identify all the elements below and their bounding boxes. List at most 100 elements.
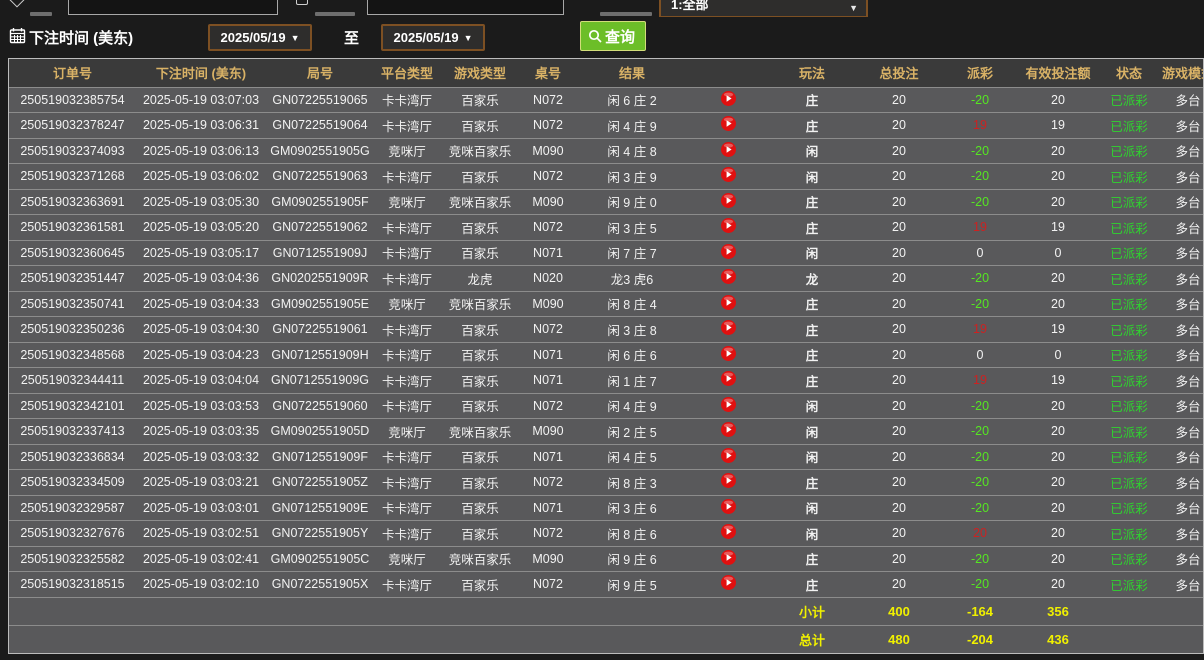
replay-play-icon[interactable] — [721, 524, 736, 539]
mode-cell: 多台 — [1160, 342, 1204, 368]
replay-play-icon[interactable] — [721, 371, 736, 386]
total-cell: 20 — [856, 521, 942, 547]
col-bet-type: 玩法 — [768, 59, 856, 87]
replay-play-icon[interactable] — [721, 346, 736, 361]
time-cell: 2025-05-19 03:03:01 — [136, 495, 266, 521]
table-cell: N071 — [520, 444, 576, 470]
subtotal-row: 小计 400 -164 356 — [9, 597, 1204, 625]
order-cell: 250519032351447 — [9, 266, 136, 292]
replay-play-icon[interactable] — [721, 193, 736, 208]
table-row: 2505190323636912025-05-19 03:05:30GM0902… — [9, 189, 1204, 215]
total-cell: 20 — [856, 470, 942, 496]
round-cell: GN0722551905Z — [266, 470, 374, 496]
game-cell: 竞咪百家乐 — [440, 138, 520, 164]
platform-cell: 卡卡湾厅 — [374, 393, 440, 419]
table-cell: N072 — [520, 113, 576, 139]
replay-cell — [688, 113, 768, 139]
bet-cell: 庄 — [768, 470, 856, 496]
game-cell: 竞咪百家乐 — [440, 189, 520, 215]
search-icon — [588, 29, 602, 43]
platform-cell: 卡卡湾厅 — [374, 368, 440, 394]
replay-play-icon[interactable] — [721, 422, 736, 437]
bet-cell: 庄 — [768, 342, 856, 368]
replay-cell — [688, 215, 768, 241]
platform-cell: 竞咪厅 — [374, 291, 440, 317]
payout-cell: 19 — [942, 215, 1018, 241]
replay-cell — [688, 240, 768, 266]
status-cell: 已派彩 — [1098, 215, 1160, 241]
bet-cell: 闲 — [768, 419, 856, 445]
replay-cell — [688, 521, 768, 547]
platform-cell: 卡卡湾厅 — [374, 342, 440, 368]
payout-cell: 19 — [942, 368, 1018, 394]
replay-play-icon[interactable] — [721, 473, 736, 488]
round-cell: GN07225519060 — [266, 393, 374, 419]
payout-cell: 0 — [942, 240, 1018, 266]
game-cell: 百家乐 — [440, 240, 520, 266]
payout-cell: -20 — [942, 393, 1018, 419]
time-cell: 2025-05-19 03:03:32 — [136, 444, 266, 470]
result-cell: 闲 9 庄 5 — [576, 572, 688, 598]
col-bet-time: 下注时间 (美东) — [136, 59, 266, 87]
platform-cell: 竞咪厅 — [374, 189, 440, 215]
replay-play-icon[interactable] — [721, 499, 736, 514]
replay-cell — [688, 419, 768, 445]
filter-select[interactable]: 1:全部 ▼ — [659, 0, 868, 17]
valid-cell: 20 — [1018, 393, 1098, 419]
bet-cell: 龙 — [768, 266, 856, 292]
replay-play-icon[interactable] — [721, 269, 736, 284]
mode-cell: 多台 — [1160, 240, 1204, 266]
time-cell: 2025-05-19 03:03:21 — [136, 470, 266, 496]
payout-cell: -20 — [942, 572, 1018, 598]
filter-input-2[interactable] — [367, 0, 564, 15]
payout-cell: -20 — [942, 444, 1018, 470]
game-cell: 百家乐 — [440, 317, 520, 343]
col-status: 状态 — [1098, 59, 1160, 87]
total-cell: 20 — [856, 266, 942, 292]
time-cell: 2025-05-19 03:06:31 — [136, 113, 266, 139]
time-cell: 2025-05-19 03:04:36 — [136, 266, 266, 292]
bet-records-table: 订单号下注时间 (美东)局号平台类型游戏类型桌号结果玩法总投注派彩有效投注额状态… — [8, 58, 1204, 654]
col-valid-bet: 有效投注额 — [1018, 59, 1098, 87]
bet-cell: 庄 — [768, 189, 856, 215]
replay-play-icon[interactable] — [721, 448, 736, 463]
query-button[interactable]: 查询 — [580, 21, 646, 51]
time-cell: 2025-05-19 03:07:03 — [136, 87, 266, 113]
date-from-select[interactable]: 2025/05/19 ▼ — [208, 24, 312, 51]
replay-play-icon[interactable] — [721, 295, 736, 310]
replay-play-icon[interactable] — [721, 575, 736, 590]
col-total-bet: 总投注 — [856, 59, 942, 87]
replay-play-icon[interactable] — [721, 218, 736, 233]
replay-play-icon[interactable] — [721, 550, 736, 565]
replay-play-icon[interactable] — [721, 91, 736, 106]
bet-time-label: 下注时间 (美东) — [29, 27, 133, 48]
replay-play-icon[interactable] — [721, 116, 736, 131]
status-cell: 已派彩 — [1098, 189, 1160, 215]
replay-play-icon[interactable] — [721, 142, 736, 157]
bet-cell: 庄 — [768, 546, 856, 572]
date-from-value: 2025/05/19 — [221, 30, 286, 45]
col-game-mode: 游戏模式 — [1160, 59, 1204, 87]
col-result: 结果 — [576, 59, 688, 87]
date-to-select[interactable]: 2025/05/19 ▼ — [381, 24, 485, 51]
result-cell: 闲 3 庄 6 — [576, 495, 688, 521]
bet-cell: 闲 — [768, 138, 856, 164]
table-cell: N071 — [520, 342, 576, 368]
round-cell: GN0712551909H — [266, 342, 374, 368]
replay-play-icon[interactable] — [721, 320, 736, 335]
round-cell: GN0202551909R — [266, 266, 374, 292]
replay-play-icon[interactable] — [721, 167, 736, 182]
mode-cell: 多台 — [1160, 317, 1204, 343]
total-cell: 20 — [856, 189, 942, 215]
order-cell: 250519032385754 — [9, 87, 136, 113]
col-game-type: 游戏类型 — [440, 59, 520, 87]
total-payout: -204 — [942, 625, 1018, 653]
replay-play-icon[interactable] — [721, 244, 736, 259]
filter-input-1[interactable] — [68, 0, 278, 15]
replay-play-icon[interactable] — [721, 397, 736, 412]
time-cell: 2025-05-19 03:02:41 — [136, 546, 266, 572]
status-cell: 已派彩 — [1098, 546, 1160, 572]
bet-cell: 闲 — [768, 521, 856, 547]
valid-cell: 20 — [1018, 266, 1098, 292]
order-cell: 250519032363691 — [9, 189, 136, 215]
